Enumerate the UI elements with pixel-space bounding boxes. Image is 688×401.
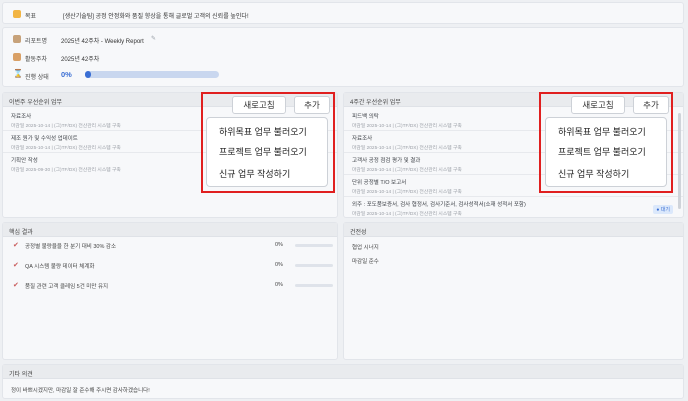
report-info-panel: 리포트명 2025년 42주차 - Weekly Report ✎ 활동주차 2… <box>2 27 684 87</box>
health-panel: 건전성 협업 시너지 마감일 준수 <box>343 222 684 360</box>
week-label: 활동주차 <box>25 57 48 63</box>
task-item[interactable]: 외주 : 포도품보증서, 검사 협정서, 검사기준서, 검사성적서(소재 성적서… <box>344 197 683 217</box>
goal-label: 목표 <box>25 14 37 20</box>
scrollbar[interactable] <box>678 113 681 209</box>
key-result-value: 0% <box>275 282 283 288</box>
check-icon: ✔ <box>13 262 19 269</box>
edit-icon[interactable]: ✎ <box>151 35 156 42</box>
progress-track <box>85 71 219 78</box>
key-result-label: 공정별 불량율을 한 분기 대비 30% 감소 <box>25 244 117 250</box>
week-value: 2025년 42주차 <box>61 57 100 63</box>
goal-bar: 목표 [생산기술팀] 공정 안정화와 품질 향상을 통해 글로벌 고객의 신뢰를… <box>2 2 684 24</box>
key-result-bar <box>295 264 333 267</box>
goal-text: [생산기술팀] 공정 안정화와 품질 향상을 통해 글로벌 고객의 신뢰를 높인… <box>63 14 249 20</box>
key-result-row[interactable]: ✔ 품질 관련 고객 클레임 5건 미만 유지 0% <box>13 281 333 293</box>
key-result-row[interactable]: ✔ QA 시스템 불량 데이터 체계화 0% <box>13 261 333 273</box>
highlight-box <box>539 92 673 193</box>
key-result-bar <box>295 284 333 287</box>
progress-value: 0% <box>61 70 72 79</box>
key-results-title: 핵심 결과 <box>3 223 337 237</box>
key-result-value: 0% <box>275 262 283 268</box>
report-name-value: 2025년 42주차 - Weekly Report <box>61 39 144 45</box>
task-title: 외주 : 포도품보증서, 검사 협정서, 검사기준서, 검사성적서(소재 성적서… <box>352 202 526 208</box>
report-icon <box>13 35 21 43</box>
hourglass-icon: ⌛ <box>13 69 23 78</box>
health-item: 협업 시너지 <box>352 245 379 251</box>
check-icon: ✔ <box>13 242 19 249</box>
goal-icon <box>13 10 21 18</box>
key-result-row[interactable]: ✔ 공정별 불량율을 한 분기 대비 30% 감소 0% <box>13 241 333 253</box>
key-result-label: QA 시스템 불량 데이터 체계화 <box>25 264 95 270</box>
key-results-panel: 핵심 결과 ✔ 공정별 불량율을 한 분기 대비 30% 감소 0% ✔ QA … <box>2 222 338 360</box>
other-comments-text: 정이 바쁘시겠지만, 마감일 잘 준수해 주시면 감사하겠습니다! <box>11 388 150 394</box>
other-comments-title: 기타 의견 <box>3 365 683 379</box>
highlight-box <box>201 92 335 193</box>
health-item: 마감일 준수 <box>352 259 379 265</box>
key-result-value: 0% <box>275 242 283 248</box>
health-title: 건전성 <box>344 223 683 237</box>
progress-fill <box>85 71 91 78</box>
task-meta: 마감일 2025-10-14 | (그)TF/DX) 전산관리 시스템 구축 <box>352 212 462 217</box>
calendar-icon <box>13 53 21 61</box>
other-comments-panel: 기타 의견 정이 바쁘시겠지만, 마감일 잘 준수해 주시면 감사하겠습니다! <box>2 364 684 399</box>
progress-label: 진행 상태 <box>25 75 49 81</box>
key-result-bar <box>295 244 333 247</box>
status-badge: ● 대기 <box>653 205 673 214</box>
check-icon: ✔ <box>13 282 19 289</box>
report-name-label: 리포트명 <box>25 39 48 45</box>
key-result-label: 품질 관련 고객 클레임 5건 미만 유지 <box>25 284 109 290</box>
